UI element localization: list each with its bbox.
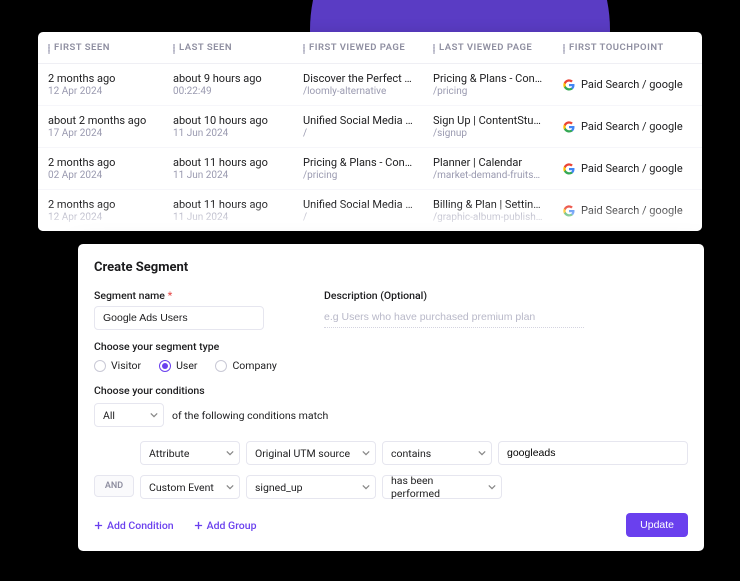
rule-operator-select[interactable]: contains [382,441,492,465]
rule-value-input[interactable] [498,441,688,465]
update-button[interactable]: Update [626,513,688,537]
google-icon [563,79,575,91]
add-condition-button[interactable]: Add Condition [94,519,174,532]
chevron-down-icon [226,449,234,457]
table-row[interactable]: 2 months ago12 Apr 2024 about 11 hours a… [38,190,702,231]
column-header-label: FIRST SEEN [54,42,110,53]
cell-touchpoint: Paid Search / google [553,64,702,105]
conditions-label: Choose your conditions [94,384,688,397]
cell-last-seen: about 11 hours ago11 Jun 2024 [163,148,293,189]
segment-type-radio-visitor[interactable]: Visitor [94,359,141,372]
google-icon [563,121,575,133]
rule-operator-select[interactable]: has been performed [382,475,502,499]
cell-first-seen: 2 months ago12 Apr 2024 [38,64,163,105]
radio-label: User [176,359,197,372]
chevron-down-icon [226,483,234,491]
google-icon [563,205,575,217]
rule-kind-select[interactable]: Attribute [140,441,240,465]
cell-last-seen: about 10 hours ago11 Jun 2024 [163,106,293,147]
plus-icon [94,521,103,530]
column-header-label: FIRST TOUCHPOINT [569,42,664,53]
column-header-label: LAST VIEWED PAGE [439,42,532,53]
data-table-card: FIRST SEEN LAST SEEN FIRST VIEWED PAGE LAST… [38,32,702,231]
cell-first-seen: 2 months ago02 Apr 2024 [38,148,163,189]
segment-name-input[interactable] [94,306,264,330]
cell-touchpoint: Paid Search / google [553,106,702,147]
create-segment-card: Create Segment Segment name * Descriptio… [78,244,704,551]
drag-handle-icon [433,44,435,52]
description-label: Description (Optional) [324,289,688,302]
table-row[interactable]: 2 months ago02 Apr 2024 about 11 hours a… [38,148,702,190]
cell-first-seen: about 2 months ago17 Apr 2024 [38,106,163,147]
segment-type-radio-user[interactable]: User [159,359,197,372]
table-header-row: FIRST SEEN LAST SEEN FIRST VIEWED PAGE LAST… [38,32,702,64]
cell-touchpoint: Paid Search / google [553,190,702,231]
drag-handle-icon [303,44,305,52]
plus-icon [194,521,203,530]
rule-kind-select[interactable]: Custom Event [140,475,240,499]
segment-type-label: Choose your segment type [94,340,688,353]
rule-field-select[interactable]: signed_up [246,475,376,499]
condition-rule: AND Custom Event signed_up has been perf… [94,475,688,499]
cell-last-page: Pricing & Plans - ContentStudio/pricing [423,64,553,105]
cell-first-page: Unified Social Media Management/ [293,106,423,147]
segment-name-label: Segment name * [94,289,264,302]
match-mode-select[interactable]: All [94,403,164,427]
cell-last-seen: about 9 hours ago00:22:49 [163,64,293,105]
table-row[interactable]: 2 months ago12 Apr 2024 about 9 hours ag… [38,64,702,106]
drag-handle-icon [563,44,565,52]
radio-label: Visitor [111,359,141,372]
column-header[interactable]: LAST VIEWED PAGE [423,32,553,63]
chevron-down-icon [362,449,370,457]
segment-title: Create Segment [94,260,688,275]
condition-rule: Attribute Original UTM source contains [140,441,688,465]
cell-touchpoint: Paid Search / google [553,148,702,189]
cell-last-page: Sign Up | ContentStudio/signup [423,106,553,147]
radio-icon [159,360,171,372]
match-tail-text: of the following conditions match [172,409,328,422]
add-group-button[interactable]: Add Group [194,519,257,532]
table-row[interactable]: about 2 months ago17 Apr 2024 about 10 h… [38,106,702,148]
table-body: 2 months ago12 Apr 2024 about 9 hours ag… [38,64,702,231]
cell-last-seen: about 11 hours ago11 Jun 2024 [163,190,293,231]
cell-last-page: Billing & Plan | Settings/graphic-album-… [423,190,553,231]
segment-type-radios: Visitor User Company [94,359,688,372]
radio-label: Company [232,359,276,372]
segment-type-radio-company[interactable]: Company [215,359,276,372]
cell-first-page: Discover the Perfect Loomly Alternative/… [293,64,423,105]
cell-first-page: Unified Social Media Management/ [293,190,423,231]
cell-first-page: Pricing & Plans - ContentStudio/pricing [293,148,423,189]
column-header-label: FIRST VIEWED PAGE [309,42,405,53]
radio-icon [94,360,106,372]
google-icon [563,163,575,175]
column-header[interactable]: LAST SEEN [163,32,293,63]
cell-first-seen: 2 months ago12 Apr 2024 [38,190,163,231]
description-input[interactable] [324,306,584,328]
column-header[interactable]: FIRST SEEN [38,32,163,63]
cell-last-page: Planner | Calendar/market-demand-fruits/… [423,148,553,189]
chevron-down-icon [488,483,496,491]
chevron-down-icon [478,449,486,457]
chevron-down-icon [362,483,370,491]
chevron-down-icon [150,411,158,419]
radio-icon [215,360,227,372]
drag-handle-icon [48,44,50,52]
column-header[interactable]: FIRST TOUCHPOINT [553,32,702,63]
rule-field-select[interactable]: Original UTM source [246,441,376,465]
drag-handle-icon [173,44,175,52]
and-operator-chip[interactable]: AND [94,475,134,497]
column-header-label: LAST SEEN [179,42,232,53]
rules-container: Attribute Original UTM source contains A… [140,441,688,499]
column-header[interactable]: FIRST VIEWED PAGE [293,32,423,63]
